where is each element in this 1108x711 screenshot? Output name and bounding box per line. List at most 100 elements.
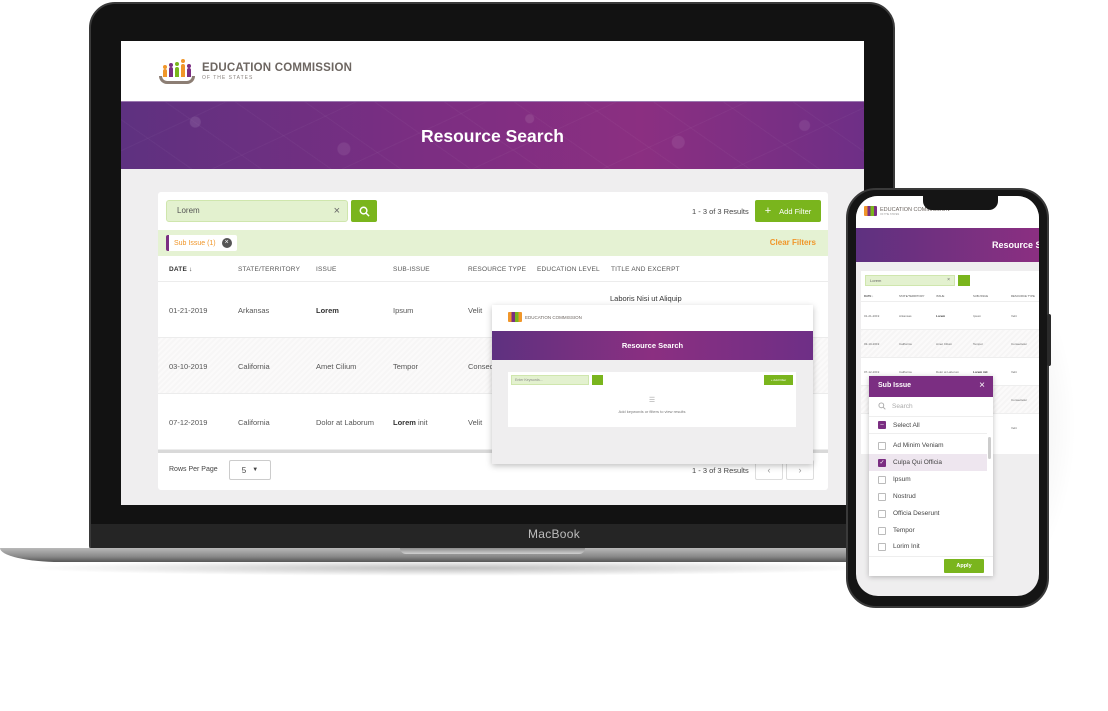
checkbox-icon <box>878 542 886 551</box>
phone-search-input[interactable]: Lorem × <box>865 275 955 286</box>
close-icon[interactable]: × <box>979 380 985 392</box>
option-checkbox[interactable]: Ad Minim Veniam <box>869 437 987 454</box>
cell-issue: Amet Cilium <box>936 342 953 346</box>
footer-results-count: 1 - 3 of 3 Results <box>692 466 749 475</box>
apply-button[interactable]: Apply <box>944 559 984 573</box>
rows-per-page-label: Rows Per Page <box>169 466 218 473</box>
checkbox-icon <box>878 492 886 501</box>
option-checkbox[interactable]: Tempor <box>869 522 987 539</box>
device-mockup-stage: MacBook EDUCATION COMMISSION OF THE STAT… <box>0 0 1108 711</box>
brand-logo[interactable]: EDUCATION COMMISSION OF THE STATES <box>158 58 352 84</box>
phone-column-sub-issue[interactable]: SUB-ISSUE <box>973 294 988 298</box>
rows-per-page-value: 5 <box>241 465 247 475</box>
phone-column-resource-type[interactable]: RESOURCE TYPE <box>1011 294 1035 298</box>
option-label: Ad Minim Veniam <box>893 442 944 449</box>
cell-sub-issue: Ipsum <box>973 314 982 318</box>
preview-search-button[interactable] <box>592 375 603 385</box>
plus-icon: + <box>764 205 772 217</box>
column-header-title-excerpt[interactable]: TITLE AND EXCERPT <box>611 266 680 273</box>
phone-search-value[interactable]: Lorem <box>870 278 881 283</box>
column-header-issue[interactable]: ISSUE <box>316 266 337 273</box>
phone-notch <box>923 196 998 210</box>
active-filters-bar: Sub Issue (1) × Clear Filters <box>158 230 828 256</box>
sub-issue-filter-panel: Sub Issue × Search – Select All Ad Minim… <box>869 376 993 576</box>
cell-resource-type: Velit <box>468 306 483 315</box>
checkbox-icon <box>878 441 886 450</box>
search-input-value[interactable]: Lorem <box>177 206 200 215</box>
rows-per-page-select[interactable]: 5 ▼ <box>229 460 271 480</box>
laptop-shadow <box>20 560 880 576</box>
phone-side-button <box>1047 314 1051 366</box>
cell-sub-issue: Lorem init <box>973 370 988 374</box>
cell-date: 01-21-2019 <box>864 314 880 318</box>
column-header-sub-issue[interactable]: SUB-ISSUE <box>393 266 430 273</box>
search-button[interactable] <box>351 200 377 222</box>
preview-hero: Resource Search <box>492 331 813 360</box>
cell-state: California <box>899 370 912 374</box>
option-label: Nostrud <box>893 493 916 500</box>
filter-chip-sub-issue[interactable]: Sub Issue (1) × <box>166 235 237 251</box>
option-checkbox[interactable]: Nostrud <box>869 488 987 505</box>
checkbox-icon <box>878 509 886 518</box>
cell-sub-issue-highlight: Lorem <box>393 418 416 427</box>
preview-brand-name: EDUCATION COMMISSION <box>525 314 582 320</box>
chevron-left-icon: ‹ <box>767 465 771 475</box>
cell-resource-type: Velit <box>1011 426 1017 430</box>
column-header-resource-type[interactable]: RESOURCE TYPE <box>468 266 526 273</box>
table-header: DATE ↓ STATE/TERRITORY ISSUE SUB-ISSUE R… <box>158 256 828 282</box>
cell-issue: Dolor at Laborum <box>316 418 374 427</box>
phone-table-row[interactable]: 01-21-2019 Arkansas Lorem Ipsum Velit <box>861 301 1039 329</box>
cell-resource-type: Velit <box>1011 370 1017 374</box>
column-header-education-level[interactable]: EDUCATION LEVEL <box>537 266 600 273</box>
cell-state: California <box>238 362 270 371</box>
select-all-checkbox[interactable]: – Select All <box>869 417 987 434</box>
cell-state: Arkansas <box>238 306 270 315</box>
cell-date: 03-10-2019 <box>864 342 880 346</box>
sub-issue-panel-header: Sub Issue × <box>869 376 993 397</box>
column-header-state[interactable]: STATE/TERRITORY <box>238 266 300 273</box>
phone-search-button[interactable] <box>958 275 970 286</box>
remove-filter-icon[interactable]: × <box>221 238 232 248</box>
list-icon: ☰ <box>648 397 656 404</box>
select-all-label: Select All <box>893 421 920 429</box>
logo-people-icon <box>864 206 877 216</box>
logo-people-icon <box>508 312 522 322</box>
preview-search-input[interactable]: Enter Keywords... <box>511 375 589 385</box>
option-label: Culpa Qui Officia <box>893 459 943 466</box>
checkbox-icon <box>878 475 886 484</box>
option-checkbox[interactable]: ✓ Culpa Qui Officia <box>869 454 987 471</box>
clear-search-icon[interactable]: × <box>947 277 950 283</box>
preview-header: EDUCATION COMMISSION <box>492 305 813 331</box>
preview-add-filter-button[interactable]: + Add Filter <box>764 375 793 385</box>
cell-date: 07-12-2019 <box>864 370 880 374</box>
add-filter-button[interactable]: + Add Filter <box>755 200 821 222</box>
option-checkbox[interactable]: Officia Deserunt <box>869 505 987 522</box>
column-header-date[interactable]: DATE ↓ <box>169 266 192 273</box>
cell-issue: Lorem <box>316 306 339 315</box>
search-input[interactable]: Lorem × <box>166 200 348 222</box>
option-checkbox[interactable]: Lorim Init <box>869 539 987 554</box>
clear-filters-link[interactable]: Clear Filters <box>770 238 816 247</box>
cell-sub-issue: Tempor <box>973 342 984 346</box>
clear-search-icon[interactable]: × <box>334 204 340 218</box>
phone-page-title: Resource Se <box>992 240 1039 250</box>
laptop-notch <box>400 548 585 554</box>
cell-state: Arkansas <box>899 314 912 318</box>
sub-issue-panel-title: Sub Issue <box>878 382 912 389</box>
cell-state: California <box>238 418 270 427</box>
phone-screen: EDUCATION COMMISSION OF THE STATES Resou… <box>856 196 1039 596</box>
phone-column-issue[interactable]: ISSUE <box>936 294 944 298</box>
cell-resource-type: Velit <box>468 418 483 427</box>
cell-title-excerpt: Laboris Nisi ut Aliquip <box>610 294 682 303</box>
option-label: Ipsum <box>893 476 911 483</box>
phone-table-row[interactable]: 03-10-2019 California Amet Cilium Tempor… <box>861 329 1039 357</box>
empty-state-message: Add keywords or filters to view results <box>618 409 686 414</box>
option-checkbox[interactable]: Ipsum <box>869 471 987 488</box>
phone-column-state[interactable]: STATE/TERRITORY <box>899 294 924 298</box>
phone-hero-banner: Resource Se <box>856 228 1039 262</box>
option-label: Tempor <box>893 527 915 534</box>
scrollbar-thumb[interactable] <box>988 437 991 459</box>
brand-subtitle: OF THE STATES <box>202 74 254 81</box>
phone-column-date[interactable]: DATE ↓ <box>864 294 874 298</box>
sub-issue-search-input[interactable]: Search <box>869 397 993 417</box>
